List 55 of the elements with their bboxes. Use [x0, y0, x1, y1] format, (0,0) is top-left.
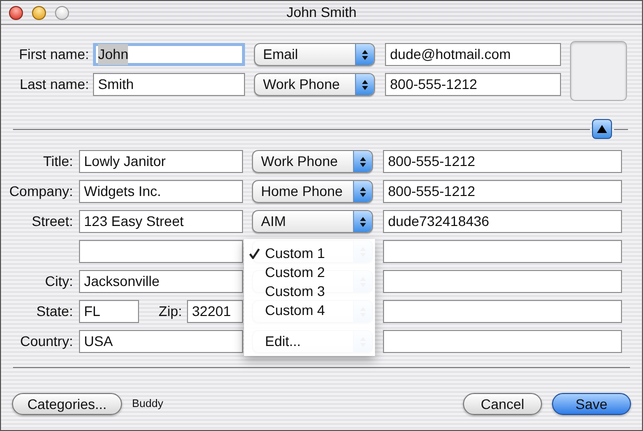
type-popup[interactable]: Work Phone	[254, 73, 375, 96]
contact-field[interactable]	[383, 240, 622, 263]
type-popup[interactable]: Home Phone	[252, 180, 373, 203]
dialog-button[interactable]: Save	[552, 393, 631, 415]
triangle-up-icon	[597, 125, 607, 133]
contact-field[interactable]: dude732418436	[383, 210, 622, 233]
minimize-icon[interactable]	[32, 6, 46, 20]
zoom-icon[interactable]	[55, 6, 69, 20]
contact-field[interactable]	[383, 330, 622, 353]
field-label: Company:	[8, 182, 74, 201]
updown-arrow-icon	[361, 78, 369, 90]
address-field[interactable]: Widgets Inc.	[79, 180, 243, 203]
updown-arrow-icon	[359, 216, 367, 228]
checkmark-icon	[249, 248, 260, 259]
menu-item[interactable]: Edit...	[244, 332, 375, 351]
address-field[interactable]: Lowly Janitor	[79, 150, 243, 173]
field-label: State:	[35, 302, 74, 321]
type-popup[interactable]: Work Phone	[252, 150, 373, 173]
field-label: City:	[44, 272, 74, 291]
field-label: Title:	[42, 152, 74, 171]
field-label: Zip:	[158, 302, 183, 321]
zip-field[interactable]: 32201	[187, 300, 243, 323]
name-field[interactable]: Smith	[93, 73, 245, 96]
group-label: Buddy	[132, 396, 164, 412]
contact-field[interactable]: 800-555-1212	[383, 150, 622, 173]
menu-item[interactable]: Custom 1	[244, 244, 375, 263]
address-field[interactable]: 123 Easy Street	[79, 210, 243, 233]
menu-item[interactable]: Custom 3	[244, 282, 375, 301]
updown-arrow-icon	[359, 156, 367, 168]
contact-field[interactable]: 800-555-1212	[383, 180, 622, 203]
type-popup[interactable]: AIM	[252, 210, 373, 233]
field-label: Last name:	[18, 75, 90, 94]
window-title: John Smith	[286, 3, 357, 22]
field-label: Street:	[30, 212, 74, 231]
contact-field[interactable]: 800-555-1212	[385, 73, 561, 96]
address-field[interactable]	[79, 240, 243, 263]
address-field[interactable]: Jacksonville	[79, 270, 243, 293]
type-popup[interactable]: Email	[254, 43, 375, 66]
address-field[interactable]: USA	[79, 330, 243, 353]
close-icon[interactable]	[9, 6, 23, 20]
categories-button[interactable]: Categories...	[12, 393, 122, 415]
collapse-button[interactable]	[592, 119, 612, 139]
menu-item[interactable]: Custom 4	[244, 301, 375, 320]
updown-arrow-icon	[361, 48, 369, 60]
field-label: First name:	[18, 45, 90, 64]
field-label: Country:	[19, 332, 74, 351]
name-field[interactable]: John	[93, 43, 245, 66]
menu-item[interactable]: Custom 2	[244, 263, 375, 282]
dialog-button[interactable]: Cancel	[463, 393, 542, 415]
contact-field[interactable]: dude@hotmail.com	[385, 43, 561, 66]
updown-arrow-icon	[359, 186, 367, 198]
state-field[interactable]: FL	[79, 300, 139, 323]
image-well[interactable]	[570, 41, 627, 101]
contact-field[interactable]	[383, 270, 622, 293]
contact-field[interactable]	[383, 300, 622, 323]
